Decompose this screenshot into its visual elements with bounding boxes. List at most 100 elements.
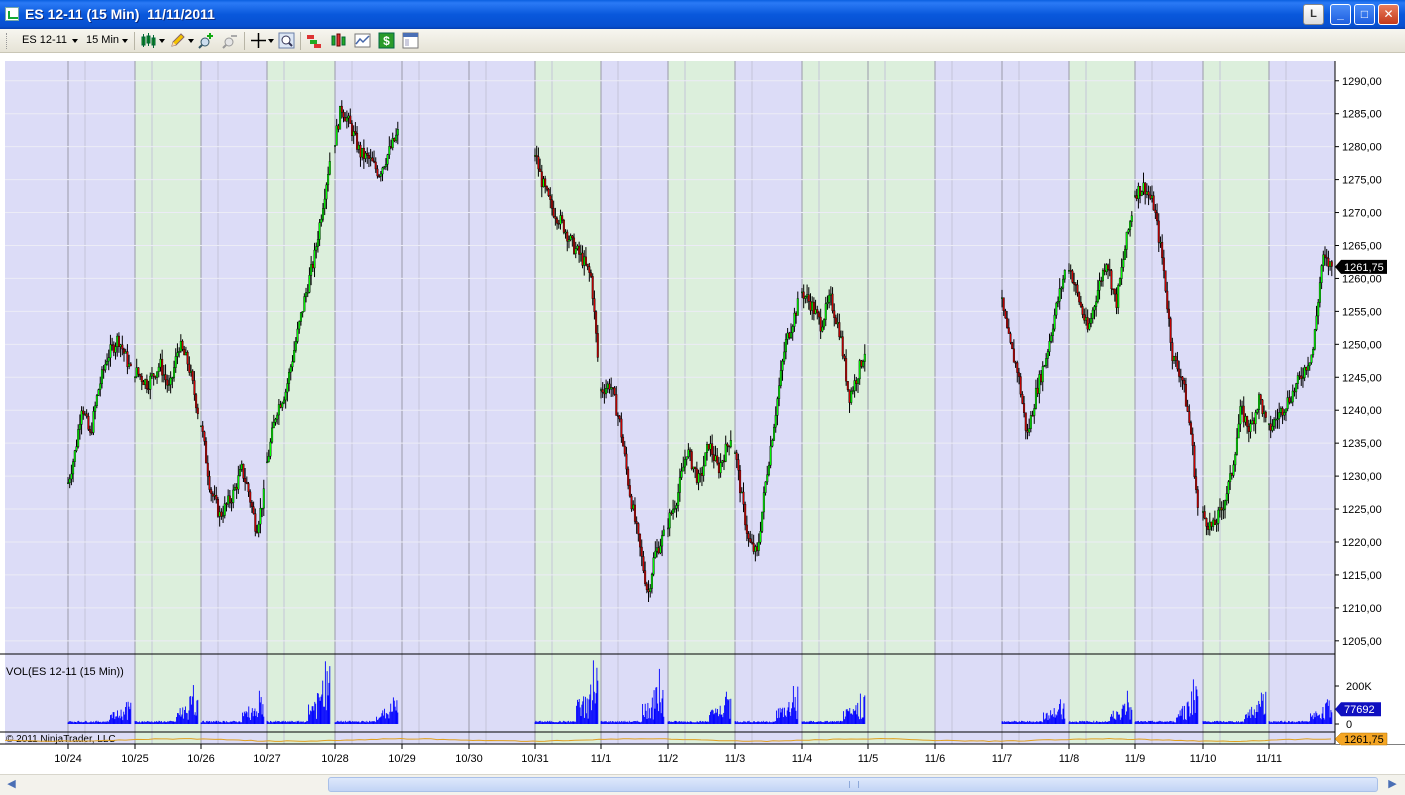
volume-bar (1097, 722, 1099, 724)
dollar-order-icon[interactable]: $ (378, 32, 395, 49)
volume-bar (1015, 721, 1017, 724)
candle-body (699, 473, 702, 475)
candlestick-style-icon[interactable] (140, 32, 157, 49)
zoom-out-icon[interactable] (222, 32, 239, 49)
scroll-left-icon[interactable]: ◀ (4, 777, 19, 792)
toolbar-grip[interactable] (6, 33, 10, 49)
candle-body (618, 415, 621, 420)
strategies-icon[interactable] (306, 32, 323, 49)
candle-body (1191, 433, 1194, 446)
candle-body (242, 463, 245, 479)
volume-bar (1060, 714, 1062, 724)
volume-bar (1099, 721, 1101, 724)
minimize-button[interactable]: _ (1330, 4, 1351, 25)
volume-bar (225, 722, 227, 724)
close-button[interactable]: ✕ (1378, 4, 1399, 25)
volume-bar (1291, 721, 1293, 724)
volume-bar (295, 722, 297, 724)
candle-body (1232, 464, 1235, 476)
volume-bar (380, 716, 382, 724)
candle-body (611, 387, 614, 389)
volume-bar (673, 721, 675, 724)
volume-bar (586, 698, 588, 724)
chevron-down-icon[interactable] (72, 39, 78, 43)
price-tick-label: 1285,00 (1342, 109, 1382, 121)
volume-bar (1194, 712, 1196, 724)
scroll-thumb[interactable] (328, 777, 1378, 792)
volume-bar (82, 722, 84, 724)
volume-bar (575, 721, 577, 724)
volume-bar (1051, 714, 1053, 724)
candle-body (99, 383, 102, 390)
candle-body (1263, 411, 1266, 414)
chevron-down-icon[interactable] (268, 39, 274, 43)
crosshair-icon[interactable] (250, 32, 267, 49)
chart-panel[interactable]: 1290,00 1285,00 1280,00 1275,00 1270,00 1265,… (0, 54, 1405, 774)
instrument-selector[interactable]: ES 12-11 (22, 34, 67, 46)
drawing-pencil-icon[interactable] (169, 32, 186, 49)
candle-body (739, 469, 742, 494)
volume-bar (832, 721, 834, 724)
candle-body (545, 186, 548, 190)
candle-body (1147, 191, 1150, 196)
volume-bar (1317, 715, 1319, 724)
volume-bar (206, 720, 208, 724)
data-box-icon[interactable] (402, 32, 419, 49)
volume-bar (596, 667, 598, 724)
volume-bar (834, 721, 836, 724)
price-chart-canvas[interactable]: 1290,001285,001280,001275,001270,001265,… (0, 54, 1405, 774)
chevron-down-icon[interactable] (188, 39, 194, 43)
candle-body (166, 379, 169, 386)
zoom-in-icon[interactable] (198, 32, 215, 49)
chevron-down-icon[interactable] (122, 39, 128, 43)
volume-bar (183, 718, 185, 724)
volume-bar (1139, 721, 1141, 724)
volume-bar (324, 706, 325, 724)
volume-bar (1016, 722, 1018, 724)
volume-bar (394, 706, 396, 724)
chevron-down-icon[interactable] (159, 39, 165, 43)
volume-bar (1216, 720, 1218, 724)
volume-bar (95, 720, 97, 724)
link-button[interactable]: L (1303, 4, 1324, 25)
volume-bar (227, 722, 228, 724)
candle-body (396, 129, 399, 136)
candle-body (323, 198, 326, 209)
volume-bar (1043, 712, 1045, 724)
volume-bar (1208, 721, 1210, 724)
candle-body (802, 291, 805, 299)
volume-bar (87, 722, 89, 724)
volume-bar (179, 708, 181, 724)
volume-bar (602, 721, 604, 724)
volume-bar (1278, 721, 1280, 724)
candle-body (162, 374, 165, 376)
volume-bar (221, 722, 223, 724)
volume-bar (606, 722, 608, 724)
volume-bar (1170, 721, 1172, 724)
interval-selector[interactable]: 15 Min (86, 34, 119, 46)
candle-body (256, 531, 259, 533)
volume-bar (821, 722, 823, 724)
volume-bar (716, 712, 718, 724)
candle-body (714, 455, 717, 461)
volume-bar (1119, 719, 1121, 724)
volume-bar (1250, 718, 1252, 724)
window-titlebar[interactable]: ES 12-11 (15 Min) 11/11/2011 L _ □ ✕ (0, 0, 1405, 29)
indicators-icon[interactable] (330, 32, 347, 49)
volume-bar (1286, 722, 1288, 724)
horizontal-scrollbar[interactable]: ◀ ▶ (0, 774, 1405, 795)
magnifier-icon[interactable] (278, 32, 295, 49)
maximize-button[interactable]: □ (1354, 4, 1375, 25)
volume-bar (377, 720, 378, 724)
candle-body (75, 446, 78, 451)
volume-bar (1136, 721, 1138, 724)
volume-bar (837, 720, 839, 724)
candle-body (790, 332, 793, 338)
candle-body (1057, 301, 1060, 304)
chart-properties-icon[interactable] (354, 32, 371, 49)
volume-bar (335, 722, 337, 724)
scroll-right-icon[interactable]: ▶ (1385, 777, 1400, 792)
candle-body (1195, 476, 1198, 490)
volume-bar (853, 711, 855, 724)
session-shading-band (335, 61, 535, 744)
